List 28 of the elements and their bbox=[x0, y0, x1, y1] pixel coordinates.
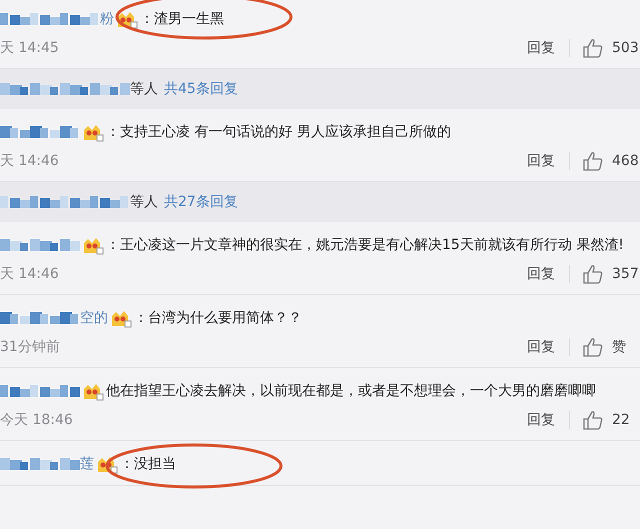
thumbs-up-icon[interactable] bbox=[582, 37, 604, 59]
comment-text: ：王心凌这一片文章神的很实在，姚元浩要是有心解决15天前就该有所行动 果然渣! bbox=[106, 236, 625, 255]
like-count: 357 bbox=[612, 266, 640, 282]
like-count: 503 bbox=[612, 40, 640, 56]
timestamp: 天 14:46 bbox=[0, 152, 60, 170]
reply-button[interactable]: 回复 bbox=[527, 338, 555, 356]
like-count: 22 bbox=[612, 412, 631, 428]
comment-text: ：支持王心凌 有一句话说的好 男人应该承担自己所做的 bbox=[106, 123, 452, 142]
thumbs-up-icon[interactable] bbox=[582, 409, 604, 431]
thumbs-up-icon[interactable] bbox=[582, 150, 604, 172]
thumbs-up-icon[interactable] bbox=[582, 263, 604, 285]
reply-names: 等人 bbox=[130, 193, 158, 211]
timestamp: 天 14:45 bbox=[0, 39, 60, 57]
timestamp: 今天 18:46 bbox=[0, 411, 74, 429]
timestamp: 天 14:46 bbox=[0, 265, 60, 283]
comment-text: 他在指望王心凌去解决，以前现在都是，或者是不想理会，一个大男的磨磨唧唧 bbox=[106, 382, 597, 401]
reply-names: 等人 bbox=[130, 80, 158, 98]
comment-text: ：渣男一生黑 bbox=[140, 10, 225, 29]
reply-button[interactable]: 回复 bbox=[527, 265, 555, 283]
comment-text: ：台湾为什么要用简体？？ bbox=[134, 309, 303, 328]
like-count: 468 bbox=[612, 153, 640, 169]
comment-text: ：没担当 bbox=[120, 455, 177, 474]
thumbs-up-icon[interactable] bbox=[582, 336, 604, 358]
like-count: 赞 bbox=[612, 338, 627, 356]
timestamp: 31分钟前 bbox=[0, 338, 61, 356]
reply-button[interactable]: 回复 bbox=[527, 411, 555, 429]
reply-button[interactable]: 回复 bbox=[527, 152, 555, 170]
reply-button[interactable]: 回复 bbox=[527, 39, 555, 57]
